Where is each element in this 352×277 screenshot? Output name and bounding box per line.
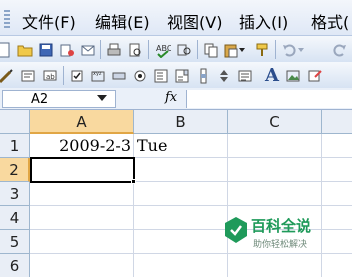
formula-bar: A2 fx bbox=[0, 88, 352, 110]
column-header-b[interactable]: B bbox=[134, 110, 228, 134]
menu-format[interactable]: 格式( bbox=[311, 9, 349, 33]
chevron-down-icon[interactable] bbox=[237, 40, 247, 59]
drawing-icon[interactable] bbox=[0, 66, 15, 85]
cell-d2[interactable] bbox=[322, 158, 352, 182]
toolbar-separator bbox=[275, 40, 276, 59]
column-header-c[interactable]: C bbox=[228, 110, 322, 134]
button-icon[interactable] bbox=[109, 66, 128, 85]
row-header-4[interactable]: 4 bbox=[0, 206, 30, 230]
fill-handle[interactable] bbox=[131, 179, 136, 184]
spinner-icon[interactable] bbox=[214, 66, 233, 85]
menu-edit[interactable]: 编辑(E) bbox=[95, 9, 150, 33]
cell-d3[interactable] bbox=[322, 182, 352, 206]
standard-toolbar: ABC bbox=[0, 36, 352, 63]
checkbox-icon[interactable] bbox=[67, 66, 86, 85]
radio-icon[interactable] bbox=[130, 66, 149, 85]
cell-c6[interactable] bbox=[228, 254, 322, 277]
menu-grip bbox=[4, 10, 10, 28]
print-icon[interactable] bbox=[104, 40, 123, 59]
formula-input[interactable] bbox=[186, 90, 352, 108]
row-header-3[interactable]: 3 bbox=[0, 182, 30, 206]
menu-file[interactable]: 文件(F) bbox=[22, 9, 76, 33]
cell-a6[interactable] bbox=[30, 254, 134, 277]
toolbar-separator bbox=[148, 40, 149, 59]
cell-a5[interactable] bbox=[30, 230, 134, 254]
print-preview-icon[interactable] bbox=[125, 40, 144, 59]
settings-icon[interactable] bbox=[305, 66, 324, 85]
svg-text:ABC: ABC bbox=[156, 44, 171, 53]
svg-text:ab: ab bbox=[46, 73, 55, 81]
cell-b6[interactable] bbox=[134, 254, 228, 277]
menu-insert[interactable]: 插入(I) bbox=[239, 9, 288, 33]
redo-icon[interactable] bbox=[330, 40, 349, 59]
label-icon[interactable] bbox=[235, 66, 254, 85]
active-cell-selection[interactable] bbox=[30, 157, 135, 183]
spelling-icon[interactable]: ABC bbox=[153, 40, 172, 59]
cell-a4[interactable] bbox=[30, 206, 134, 230]
column-header-d[interactable] bbox=[322, 110, 352, 134]
cell-a3[interactable] bbox=[30, 182, 134, 206]
open-icon[interactable] bbox=[15, 40, 34, 59]
listbox-icon[interactable] bbox=[151, 66, 170, 85]
chevron-down-icon[interactable] bbox=[97, 95, 107, 101]
scrollbar-icon[interactable] bbox=[193, 66, 212, 85]
column-header-a[interactable]: A bbox=[30, 110, 134, 134]
row-header-1[interactable]: 1 bbox=[0, 134, 30, 158]
forms-toolbar: ab xyz A bbox=[0, 62, 352, 89]
cell-c1[interactable] bbox=[228, 134, 322, 158]
cell-a1[interactable]: 2009-2-3 bbox=[30, 134, 134, 158]
menu-view[interactable]: 视图(V) bbox=[167, 9, 222, 33]
toolbar-separator bbox=[63, 66, 64, 85]
name-box[interactable]: A2 bbox=[2, 90, 116, 108]
cell-b3[interactable] bbox=[134, 182, 228, 206]
cell-b1[interactable]: Tue bbox=[134, 134, 228, 158]
name-box-value: A2 bbox=[31, 92, 49, 107]
row-header-2[interactable]: 2 bbox=[0, 158, 30, 182]
properties-icon[interactable] bbox=[18, 66, 37, 85]
new-icon[interactable] bbox=[0, 40, 13, 59]
copy-icon[interactable] bbox=[201, 40, 220, 59]
image-icon[interactable] bbox=[283, 66, 302, 85]
watermark-logo: 百科全说 助你轻松解决 bbox=[224, 214, 344, 254]
save-icon[interactable] bbox=[36, 40, 55, 59]
chevron-down-icon[interactable] bbox=[296, 40, 306, 59]
cell-c3[interactable] bbox=[228, 182, 322, 206]
cell-b5[interactable] bbox=[134, 230, 228, 254]
fx-icon[interactable]: fx bbox=[165, 90, 177, 105]
cell-b4[interactable] bbox=[134, 206, 228, 230]
toolbar-separator bbox=[197, 40, 198, 59]
svg-text:xyz: xyz bbox=[93, 71, 102, 77]
cell-b2[interactable] bbox=[134, 158, 228, 182]
groupbox-icon[interactable]: xyz bbox=[88, 66, 107, 85]
watermark-subtitle: 助你轻松解决 bbox=[253, 240, 308, 250]
logo-icon bbox=[225, 217, 247, 243]
watermark-title: 百科全说 bbox=[251, 217, 312, 235]
cell-c2[interactable] bbox=[228, 158, 322, 182]
select-all-corner[interactable] bbox=[0, 110, 30, 134]
textbox-icon[interactable]: ab bbox=[40, 66, 59, 85]
combobox-icon[interactable] bbox=[172, 66, 191, 85]
row-header-5[interactable]: 5 bbox=[0, 230, 30, 254]
cell-d6[interactable] bbox=[322, 254, 352, 277]
row-header-6[interactable]: 6 bbox=[0, 254, 30, 277]
menu-bar: 文件(F) 编辑(E) 视图(V) 插入(I) 格式( bbox=[0, 0, 352, 36]
label-icon[interactable]: A bbox=[258, 65, 286, 86]
toolbar-separator bbox=[100, 40, 101, 59]
email-icon[interactable] bbox=[78, 40, 97, 59]
permission-icon[interactable] bbox=[57, 40, 76, 59]
research-icon[interactable] bbox=[174, 40, 193, 59]
cell-d1[interactable] bbox=[322, 134, 352, 158]
format-painter-icon[interactable] bbox=[252, 40, 271, 59]
